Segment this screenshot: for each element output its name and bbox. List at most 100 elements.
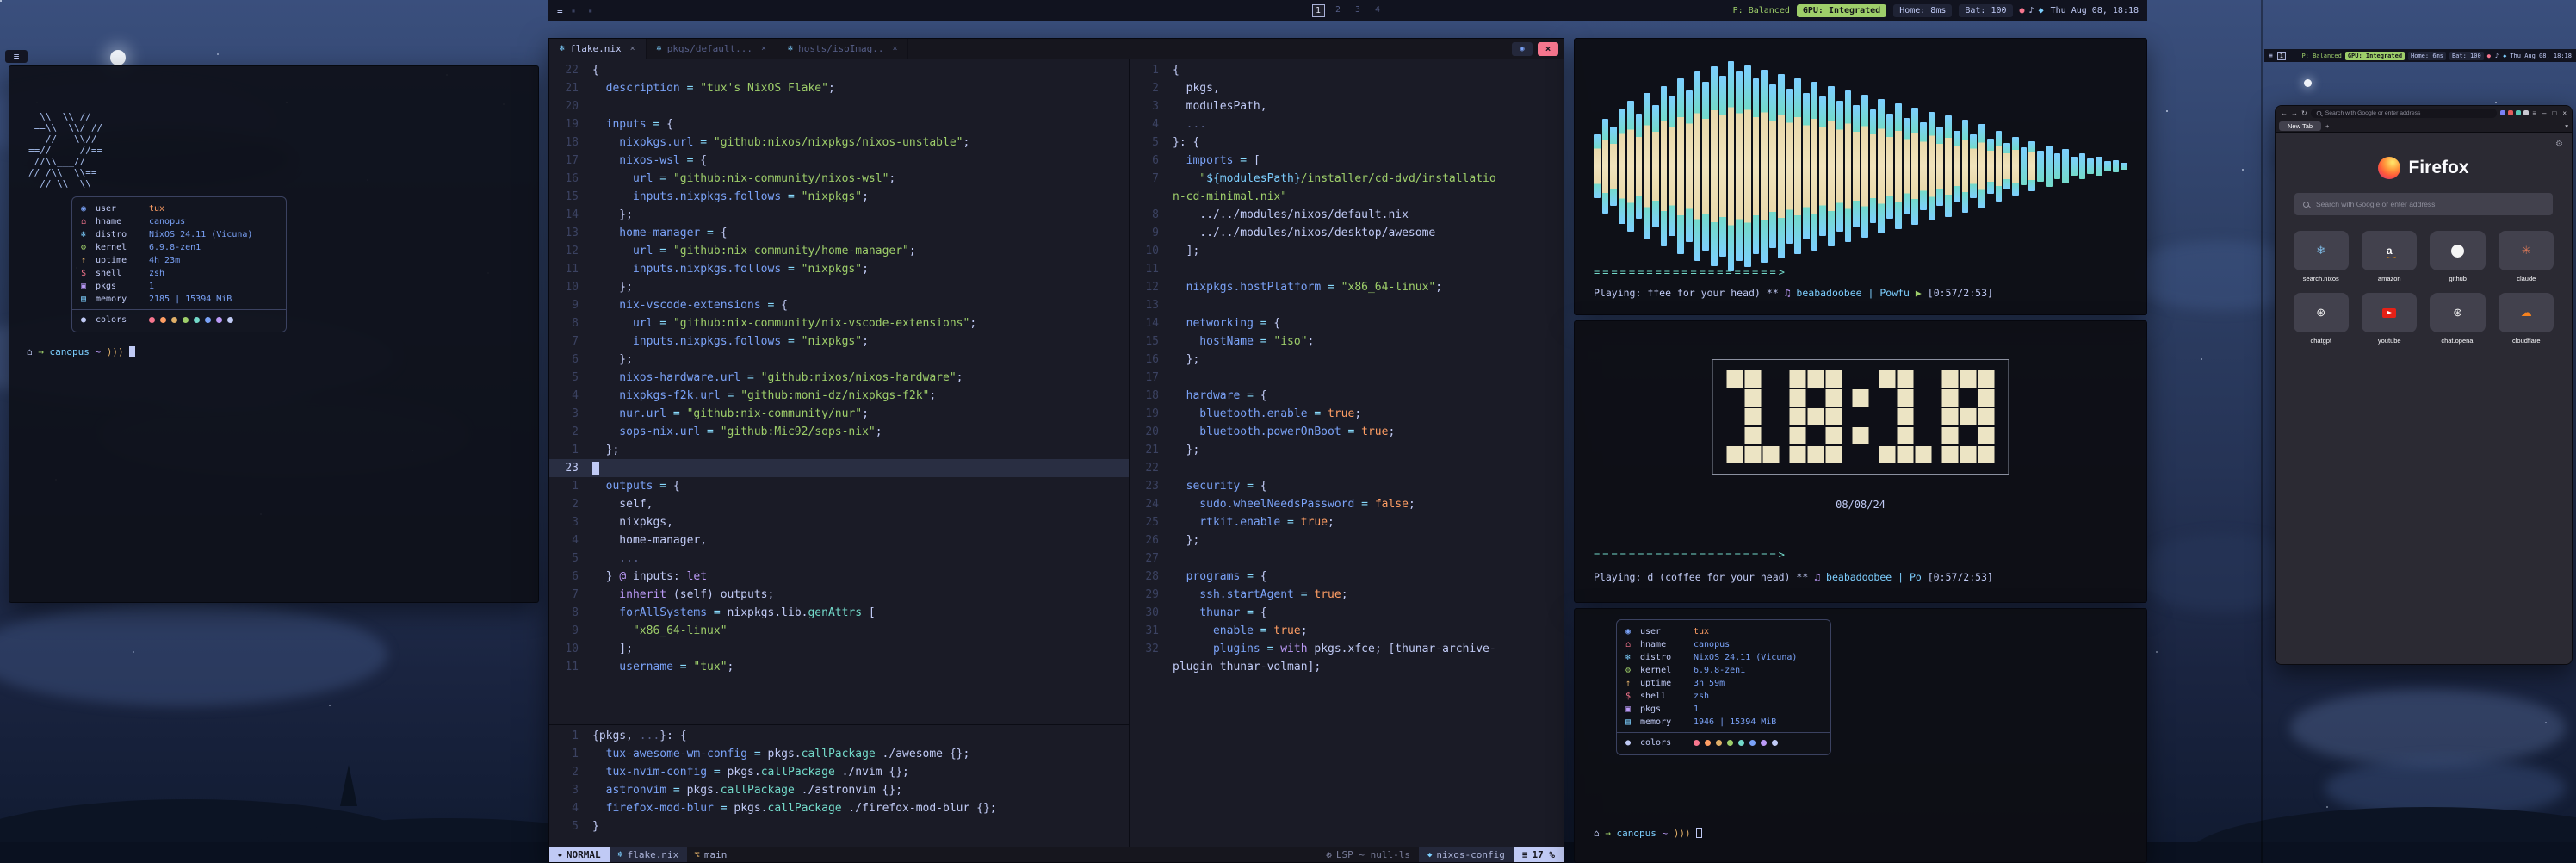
code-line[interactable]: plugin thunar-volman]; <box>1130 658 1564 676</box>
shortcut-search-nixos[interactable]: ❄search.nixos <box>2289 231 2353 282</box>
ping-module[interactable]: Home: 8ms <box>1893 4 1952 17</box>
code-line[interactable]: 20 bluetooth.powerOnBoot = true; <box>1130 423 1564 441</box>
extension-icon[interactable] <box>2508 110 2513 115</box>
tag-1[interactable]: 1 <box>1312 4 1325 17</box>
url-bar[interactable]: Search with Google or enter address <box>2311 109 2498 118</box>
code-line[interactable]: 11 inputs.nixpkgs.follows = "nixpkgs"; <box>549 260 1129 278</box>
tab-close-icon[interactable]: × <box>630 44 635 53</box>
code-line[interactable]: 29 ssh.startAgent = true; <box>1130 586 1564 604</box>
code-line[interactable]: 17 <box>1130 369 1564 387</box>
power-profile-module[interactable]: P: Balanced <box>1733 6 1790 16</box>
tab-flake-nix[interactable]: ❄ flake.nix × <box>549 39 647 59</box>
code-line[interactable]: 23 <box>549 459 1129 477</box>
code-line[interactable]: 10 }; <box>549 278 1129 296</box>
tag-4[interactable]: 4 <box>1372 4 1384 17</box>
code-line[interactable]: 24 sudo.wheelNeedsPassword = false; <box>1130 495 1564 513</box>
code-line[interactable]: 30 thunar = { <box>1130 604 1564 622</box>
shortcut-github[interactable]: github <box>2426 231 2490 282</box>
code-line[interactable]: 2 sops-nix.url = "github:Mic92/sops-nix"… <box>549 423 1129 441</box>
code-line[interactable]: 18 hardware = { <box>1130 387 1564 405</box>
clock-module[interactable]: Thu Aug 08, 18:18 <box>2051 6 2139 16</box>
tab-pkgs-default[interactable]: ❄ pkgs/default... × <box>647 39 777 59</box>
code-line[interactable]: 14 }; <box>549 206 1129 224</box>
code-line[interactable]: 12 nixpkgs.hostPlatform = "x86_64-linux"… <box>1130 278 1564 296</box>
tab-close-icon[interactable]: × <box>761 44 766 53</box>
code-line[interactable]: 11 <box>1130 260 1564 278</box>
code-line[interactable]: 31 enable = true; <box>1130 622 1564 640</box>
tray-icon[interactable]: ◆ <box>2503 53 2506 59</box>
code-line[interactable]: 8 forAllSystems = nixpkgs.lib.genAttrs [ <box>549 604 1129 622</box>
menu-button[interactable]: ≡ <box>2532 109 2536 117</box>
code-line[interactable]: 9 nix-vscode-extensions = { <box>549 296 1129 314</box>
code-line[interactable]: 5 nixos-hardware.url = "github:nixos/nix… <box>549 369 1129 387</box>
code-line[interactable]: 21 }; <box>1130 441 1564 459</box>
code-line[interactable]: 1{ <box>1130 61 1564 79</box>
tray-icon[interactable]: ● <box>2020 6 2025 16</box>
menu-icon[interactable]: ≡ <box>557 5 563 16</box>
code-line[interactable]: 6 }; <box>549 351 1129 369</box>
code-line[interactable]: 11 username = "tux"; <box>549 658 1129 676</box>
new-tab-button[interactable]: + <box>2325 122 2329 130</box>
menu-icon[interactable]: ≡ <box>2269 52 2273 59</box>
code-line[interactable]: 25 rtkit.enable = true; <box>1130 513 1564 531</box>
code-line[interactable]: 4 ... <box>1130 115 1564 133</box>
code-line[interactable]: 2 self, <box>549 495 1129 513</box>
code-line[interactable]: 13 <box>1130 296 1564 314</box>
tray-icon[interactable]: ◆ <box>2039 6 2044 16</box>
code-line[interactable]: 19 bluetooth.enable = true; <box>1130 405 1564 423</box>
code-line[interactable]: 10 ]; <box>1130 242 1564 260</box>
code-line[interactable]: 28 programs = { <box>1130 568 1564 586</box>
tray-icon[interactable]: ♪ <box>2495 53 2499 59</box>
code-line[interactable]: 15 hostName = "iso"; <box>1130 332 1564 351</box>
gpu-module[interactable]: GPU: Integrated <box>1797 4 1886 17</box>
code-line[interactable]: 32 plugins = with pkgs.xfce; [thunar-arc… <box>1130 640 1564 658</box>
forward-button[interactable]: → <box>2291 109 2298 117</box>
shortcut-chatgpt[interactable]: ⊛chatgpt <box>2289 293 2353 345</box>
firefox-window[interactable]: ← → ↻ Search with Google or enter addres… <box>2275 105 2573 665</box>
code-line[interactable]: 1 }; <box>549 441 1129 459</box>
code-line[interactable]: 10 ]; <box>549 640 1129 658</box>
clock-module[interactable]: Thu Aug 08, 18:18 <box>2510 53 2572 59</box>
extension-icon[interactable] <box>2500 110 2505 115</box>
code-line[interactable]: 22{ <box>549 61 1129 79</box>
battery-module[interactable]: Bat: 100 <box>2449 52 2484 60</box>
maximize-button[interactable]: □ <box>2552 109 2556 117</box>
code-line[interactable]: 15 inputs.nixpkgs.follows = "nixpkgs"; <box>549 188 1129 206</box>
refresh-button[interactable]: ↻ <box>2301 109 2307 117</box>
extension-icon[interactable] <box>2523 110 2529 115</box>
ping-module[interactable]: Home: 6ms <box>2408 52 2446 60</box>
code-line[interactable]: 19 inputs = { <box>549 115 1129 133</box>
code-line[interactable]: 1 outputs = { <box>549 477 1129 495</box>
shortcut-cloudflare[interactable]: ☁cloudflare <box>2495 293 2559 345</box>
code-line[interactable]: 7 "${modulesPath}/installer/cd-dvd/insta… <box>1130 170 1564 188</box>
code-line[interactable]: 23 security = { <box>1130 477 1564 495</box>
code-line[interactable]: 4 home-manager, <box>549 531 1129 549</box>
power-profile-module[interactable]: P: Balanced <box>2301 53 2341 59</box>
tab-list-button[interactable]: ▾ <box>2565 122 2568 130</box>
extension-icon[interactable] <box>2516 110 2521 115</box>
code-line[interactable]: 20 <box>549 97 1129 115</box>
code-line[interactable]: 3 astronvim = pkgs.callPackage ./astronv… <box>549 781 1129 799</box>
code-line[interactable]: 5 ... <box>549 549 1129 568</box>
code-line[interactable]: 17 nixos-wsl = { <box>549 152 1129 170</box>
editor-pane-flake[interactable]: 22{21 description = "tux's NixOS Flake";… <box>549 59 1129 724</box>
code-line[interactable]: 22 <box>1130 459 1564 477</box>
tabline-close-button[interactable]: × <box>1538 42 1558 56</box>
code-line[interactable]: 5} <box>549 817 1129 835</box>
neovim-window[interactable]: ❄ flake.nix × ❄ pkgs/default... × ❄ host… <box>548 38 1564 863</box>
battery-module[interactable]: Bat: 100 <box>1959 4 2012 17</box>
code-line[interactable]: 4 nixpkgs-f2k.url = "github:moni-dz/nixp… <box>549 387 1129 405</box>
shortcut-amazon[interactable]: aamazon <box>2358 231 2422 282</box>
back-button[interactable]: ← <box>2281 109 2288 117</box>
close-button[interactable]: × <box>2562 109 2567 117</box>
code-line[interactable]: 7 inputs.nixpkgs.follows = "nixpkgs"; <box>549 332 1129 351</box>
editor-pane-hosts[interactable]: 1{2 pkgs,3 modulesPath,4 ...5}: {6 impor… <box>1130 59 1564 847</box>
fetch-panel[interactable]: ◉usertux⌂hnamecanopus❄distroNixOS 24.11 … <box>1574 608 2147 863</box>
terminal-window[interactable]: \\ \\ // ==\\__\\/ // // \\// ==// //== … <box>9 65 539 603</box>
code-line[interactable]: 21 description = "tux's NixOS Flake"; <box>549 79 1129 97</box>
code-line[interactable]: 12 url = "github:nix-community/home-mana… <box>549 242 1129 260</box>
code-line[interactable]: 14 networking = { <box>1130 314 1564 332</box>
gpu-module[interactable]: GPU: Integrated <box>2345 52 2405 60</box>
code-line[interactable]: 3 nur.url = "github:nix-community/nur"; <box>549 405 1129 423</box>
code-line[interactable]: 1 tux-awesome-wm-config = pkgs.callPacka… <box>549 745 1129 763</box>
